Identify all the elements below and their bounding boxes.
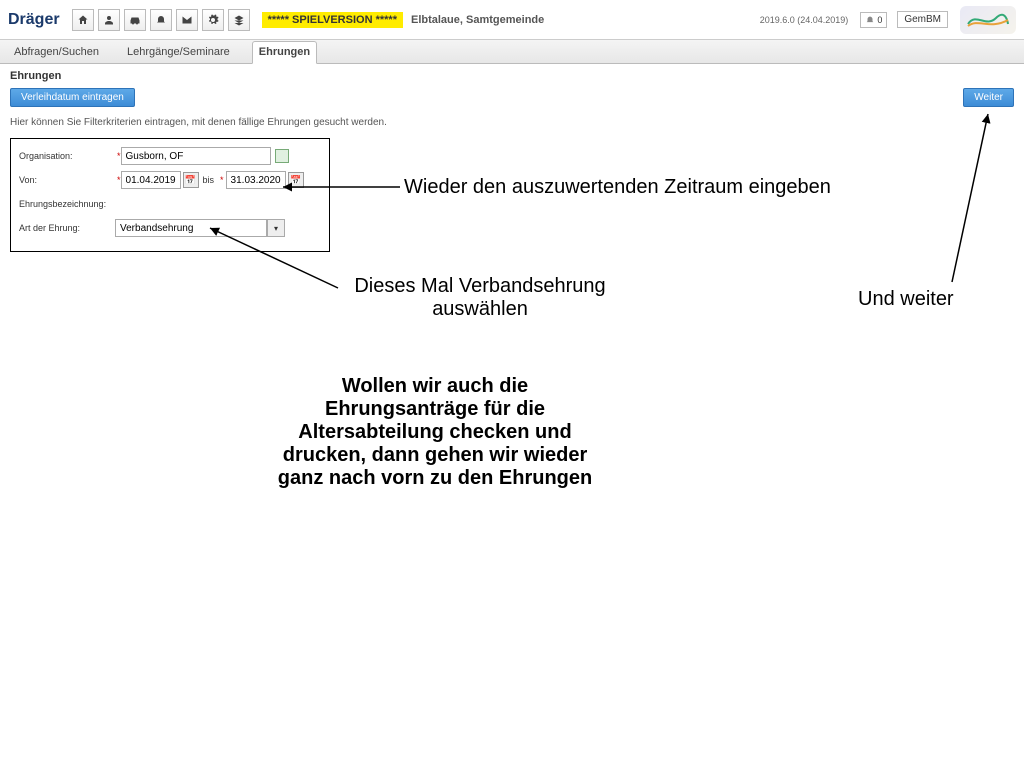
organisation-input[interactable]: [121, 147, 271, 165]
action-bar: Verleihdatum eintragen Weiter: [0, 88, 1024, 113]
header-subtitle: Elbtalaue, Samtgemeinde: [411, 14, 544, 26]
notification-count-value: 0: [877, 15, 882, 25]
tab-bar: Abfragen/Suchen Lehrgänge/Seminare Ehrun…: [0, 40, 1024, 64]
version-text: 2019.6.0 (24.04.2019): [760, 15, 849, 25]
organisation-picker-icon[interactable]: [275, 149, 289, 163]
enter-date-button[interactable]: Verleihdatum eintragen: [10, 88, 135, 107]
alarm-icon[interactable]: [150, 9, 172, 31]
tab-abfragen[interactable]: Abfragen/Suchen: [8, 42, 105, 63]
version-badge: ***** SPIELVERSION *****: [262, 12, 403, 28]
mail-icon[interactable]: [176, 9, 198, 31]
label-bezeichnung: Ehrungsbezeichnung:: [19, 199, 115, 209]
calendar-icon[interactable]: 📅: [183, 172, 199, 188]
tab-ehrungen[interactable]: Ehrungen: [252, 41, 317, 64]
person-icon[interactable]: [98, 9, 120, 31]
label-bis: bis: [203, 175, 215, 185]
annotation-zeitraum: Wieder den auszuwertenden Zeitraum einge…: [404, 176, 831, 199]
next-button[interactable]: Weiter: [963, 88, 1014, 107]
annotation-altersabteilung: Wollen wir auch die Ehrungsanträge für d…: [270, 375, 600, 490]
filter-hint: Hier können Sie Filterkriterien eintrage…: [0, 113, 1024, 138]
user-label[interactable]: GemBM: [897, 11, 948, 28]
date-from-input[interactable]: [121, 171, 181, 189]
app-header: Dräger ***** SPIELVERSION ***** Elbtalau…: [0, 0, 1024, 40]
home-icon[interactable]: [72, 9, 94, 31]
page-title: Ehrungen: [0, 64, 1024, 88]
date-to-input[interactable]: [226, 171, 286, 189]
art-dropdown[interactable]: ▾: [115, 219, 285, 237]
org-logo: [960, 6, 1016, 34]
logo: Dräger: [8, 11, 60, 29]
tab-lehrgaenge[interactable]: Lehrgänge/Seminare: [121, 42, 236, 63]
label-organisation: Organisation:: [19, 151, 115, 161]
layers-icon[interactable]: [228, 9, 250, 31]
gear-icon[interactable]: [202, 9, 224, 31]
notification-count[interactable]: 0: [860, 12, 887, 28]
annotation-weiter: Und weiter: [858, 288, 954, 311]
vehicle-icon[interactable]: [124, 9, 146, 31]
filter-panel: Organisation: * Von: * 📅 bis * 📅 Ehrungs…: [10, 138, 330, 252]
required-marker: *: [220, 175, 224, 185]
label-von: Von:: [19, 175, 115, 185]
art-dropdown-value[interactable]: [115, 219, 267, 237]
calendar-icon[interactable]: 📅: [288, 172, 304, 188]
annotation-verbandsehrung: Dieses Mal Verbandsehrung auswählen: [335, 275, 625, 321]
bell-icon: [865, 15, 875, 25]
label-art: Art der Ehrung:: [19, 223, 115, 233]
chevron-down-icon[interactable]: ▾: [267, 219, 285, 237]
